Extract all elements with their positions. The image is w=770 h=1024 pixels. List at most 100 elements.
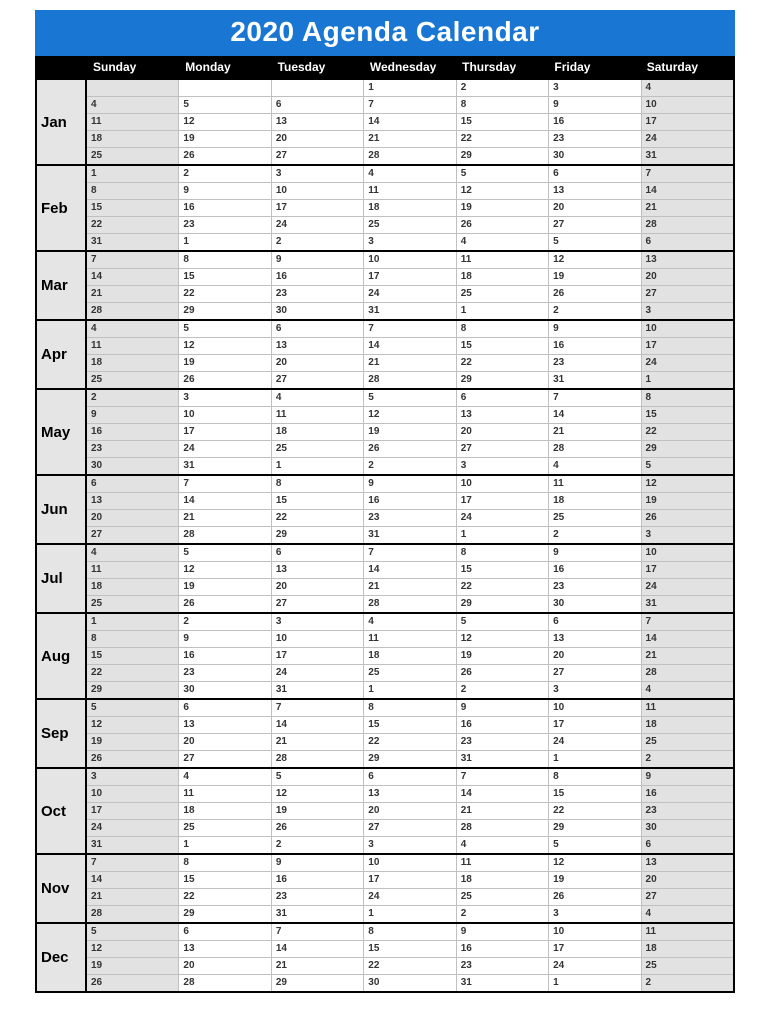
day-cell: 6 [642, 837, 733, 853]
day-cell: 24 [642, 355, 733, 371]
day-cell: 29 [179, 906, 271, 922]
day-cell: 16 [87, 424, 179, 440]
day-cell: 4 [457, 234, 549, 250]
week-row: 2829311234 [87, 906, 733, 922]
day-cell: 11 [179, 786, 271, 802]
day-headers: SundayMondayTuesdayWednesdayThursdayFrid… [87, 56, 733, 78]
day-cell: 2 [457, 906, 549, 922]
day-cell: 23 [272, 286, 364, 302]
day-cell: 7 [457, 769, 549, 785]
day-cell: 22 [179, 889, 271, 905]
day-cell: 10 [272, 183, 364, 199]
week-row: 31123456 [87, 234, 733, 250]
day-cell: 31 [364, 303, 456, 319]
month-label: Aug [37, 614, 87, 698]
day-cell: 27 [457, 441, 549, 457]
day-cell: 4 [364, 166, 456, 182]
day-cell: 13 [87, 493, 179, 509]
weeks-container: 2345678910111213141516171819202122232425… [87, 390, 733, 474]
month-block: Apr4567891011121314151617181920212223242… [37, 319, 733, 388]
week-row: 18192021222324 [87, 131, 733, 148]
day-cell: 5 [179, 321, 271, 337]
week-row: 1234567 [87, 166, 733, 183]
day-cell: 19 [179, 355, 271, 371]
day-cell: 19 [179, 131, 271, 147]
week-row: 16171819202122 [87, 424, 733, 441]
day-cell: 8 [272, 476, 364, 492]
month-label: Jun [37, 476, 87, 543]
day-cell: 26 [457, 665, 549, 681]
day-cell: 18 [364, 200, 456, 216]
day-cell: 19 [364, 424, 456, 440]
day-cell: 15 [179, 269, 271, 285]
day-cell: 26 [87, 751, 179, 767]
day-cell: 25 [364, 665, 456, 681]
day-cell: 10 [642, 321, 733, 337]
day-cell: 7 [179, 476, 271, 492]
day-cell: 29 [272, 975, 364, 991]
day-cell: 4 [457, 837, 549, 853]
day-cell: 27 [642, 889, 733, 905]
day-cell: 25 [642, 958, 733, 974]
day-cell: 21 [549, 424, 641, 440]
week-row: 45678910 [87, 545, 733, 562]
day-cell: 1 [457, 303, 549, 319]
week-row: 45678910 [87, 97, 733, 114]
day-cell: 15 [87, 200, 179, 216]
day-cell: 15 [364, 941, 456, 957]
day-cell: 1 [364, 80, 456, 96]
day-cell: 14 [364, 114, 456, 130]
week-row: 11121314151617 [87, 114, 733, 131]
day-cell: 7 [364, 545, 456, 561]
day-cell: 9 [364, 476, 456, 492]
day-cell: 23 [549, 579, 641, 595]
day-cell: 18 [642, 941, 733, 957]
day-cell: 22 [549, 803, 641, 819]
day-cell: 5 [457, 166, 549, 182]
day-cell: 25 [457, 286, 549, 302]
day-cell: 24 [642, 579, 733, 595]
month-label: Feb [37, 166, 87, 250]
calendar-body: Jan1234456789101112131415161718192021222… [37, 78, 733, 993]
day-cell: 25 [87, 372, 179, 388]
weeks-container: 7891011121314151617181920212223242526272… [87, 855, 733, 922]
weeks-container: 1234567891011121314151617181920212223242… [87, 166, 733, 250]
day-cell: 9 [642, 769, 733, 785]
day-cell: 24 [364, 286, 456, 302]
calendar-wrap: SundayMondayTuesdayWednesdayThursdayFrid… [35, 56, 735, 993]
week-row: 14151617181920 [87, 269, 733, 286]
day-cell: 23 [549, 355, 641, 371]
day-cell: 1 [87, 614, 179, 630]
month-label: Dec [37, 924, 87, 991]
day-cell: 1 [549, 975, 641, 991]
day-cell: 6 [272, 545, 364, 561]
day-cell: 26 [179, 148, 271, 164]
week-row: 19202122232425 [87, 958, 733, 975]
day-cell: 27 [179, 751, 271, 767]
day-cell: 30 [364, 975, 456, 991]
day-cell [87, 80, 179, 96]
day-header: Thursday [456, 56, 548, 78]
month-block: Jun6789101112131415161718192021222324252… [37, 474, 733, 543]
day-cell [272, 80, 364, 96]
day-cell [179, 80, 271, 96]
day-cell: 19 [642, 493, 733, 509]
day-cell: 10 [642, 97, 733, 113]
day-cell: 21 [272, 734, 364, 750]
month-label: Mar [37, 252, 87, 319]
day-cell: 31 [179, 458, 271, 474]
day-cell: 12 [179, 562, 271, 578]
day-cell: 11 [364, 631, 456, 647]
day-cell: 6 [272, 321, 364, 337]
day-cell: 1 [272, 458, 364, 474]
day-cell: 10 [364, 855, 456, 871]
day-cell: 14 [549, 407, 641, 423]
day-cell: 13 [272, 338, 364, 354]
day-cell: 9 [179, 631, 271, 647]
day-cell: 27 [549, 665, 641, 681]
day-cell: 8 [642, 390, 733, 406]
week-row: 21222324252627 [87, 889, 733, 906]
day-cell: 23 [179, 217, 271, 233]
day-cell: 30 [272, 303, 364, 319]
day-cell: 1 [179, 234, 271, 250]
